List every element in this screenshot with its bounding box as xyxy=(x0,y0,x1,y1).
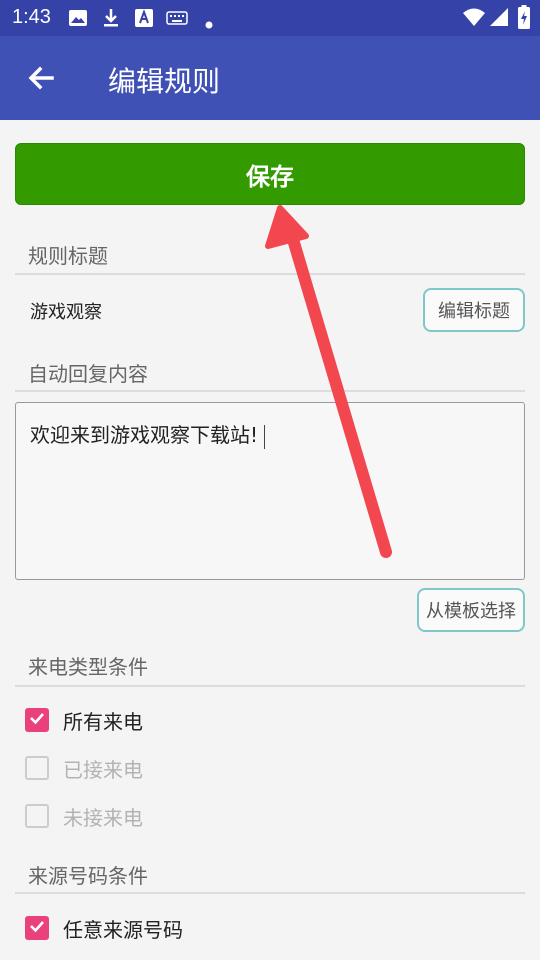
checkbox-box[interactable] xyxy=(25,708,49,732)
divider xyxy=(15,892,525,894)
page-title: 编辑规则 xyxy=(108,65,221,98)
divider xyxy=(15,273,525,275)
checkbox-label: 任意来源号码 xyxy=(63,917,183,942)
status-time: 1:43 xyxy=(12,6,51,28)
back-button[interactable] xyxy=(22,58,62,98)
battery-icon xyxy=(518,5,530,33)
dot-icon xyxy=(205,14,213,33)
checkbox-box[interactable] xyxy=(25,756,49,780)
divider xyxy=(15,390,525,392)
checkbox-answered-calls[interactable]: 已接来电 xyxy=(25,752,143,784)
rule-title-section-label: 规则标题 xyxy=(28,244,108,268)
select-template-button[interactable]: 从模板选择 xyxy=(417,588,525,632)
checkbox-label: 已接来电 xyxy=(63,757,143,782)
app-bar: 编辑规则 xyxy=(0,36,540,120)
image-icon xyxy=(68,8,88,32)
call-type-section-label: 来电类型条件 xyxy=(28,655,148,679)
auto-reply-textarea[interactable]: 欢迎来到游戏观察下载站! xyxy=(15,402,525,580)
checkbox-missed-calls[interactable]: 未接来电 xyxy=(25,800,143,832)
download-icon xyxy=(101,8,121,32)
divider xyxy=(15,685,525,687)
auto-reply-text: 欢迎来到游戏观察下载站! xyxy=(30,423,259,447)
back-arrow-icon xyxy=(22,66,62,102)
auto-reply-section-label: 自动回复内容 xyxy=(28,362,148,386)
checkbox-label: 未接来电 xyxy=(63,805,143,830)
wifi-icon xyxy=(462,7,486,31)
checkbox-box[interactable] xyxy=(25,916,49,940)
edit-title-button[interactable]: 编辑标题 xyxy=(423,288,525,332)
keyboard-icon xyxy=(166,10,188,30)
checkbox-all-calls[interactable]: 所有来电 xyxy=(25,704,143,736)
source-number-section-label: 来源号码条件 xyxy=(28,864,148,888)
save-button[interactable]: 保存 xyxy=(15,143,525,205)
signal-icon xyxy=(489,7,509,31)
check-icon xyxy=(27,708,47,732)
rule-title-value: 游戏观察 xyxy=(30,302,102,323)
status-bar: 1:43 xyxy=(0,0,540,36)
checkbox-box[interactable] xyxy=(25,804,49,828)
check-icon xyxy=(27,916,47,940)
text-caret xyxy=(264,424,266,449)
font-icon xyxy=(134,8,154,32)
checkbox-any-source[interactable]: 任意来源号码 xyxy=(25,912,183,944)
checkbox-label: 所有来电 xyxy=(63,709,143,734)
